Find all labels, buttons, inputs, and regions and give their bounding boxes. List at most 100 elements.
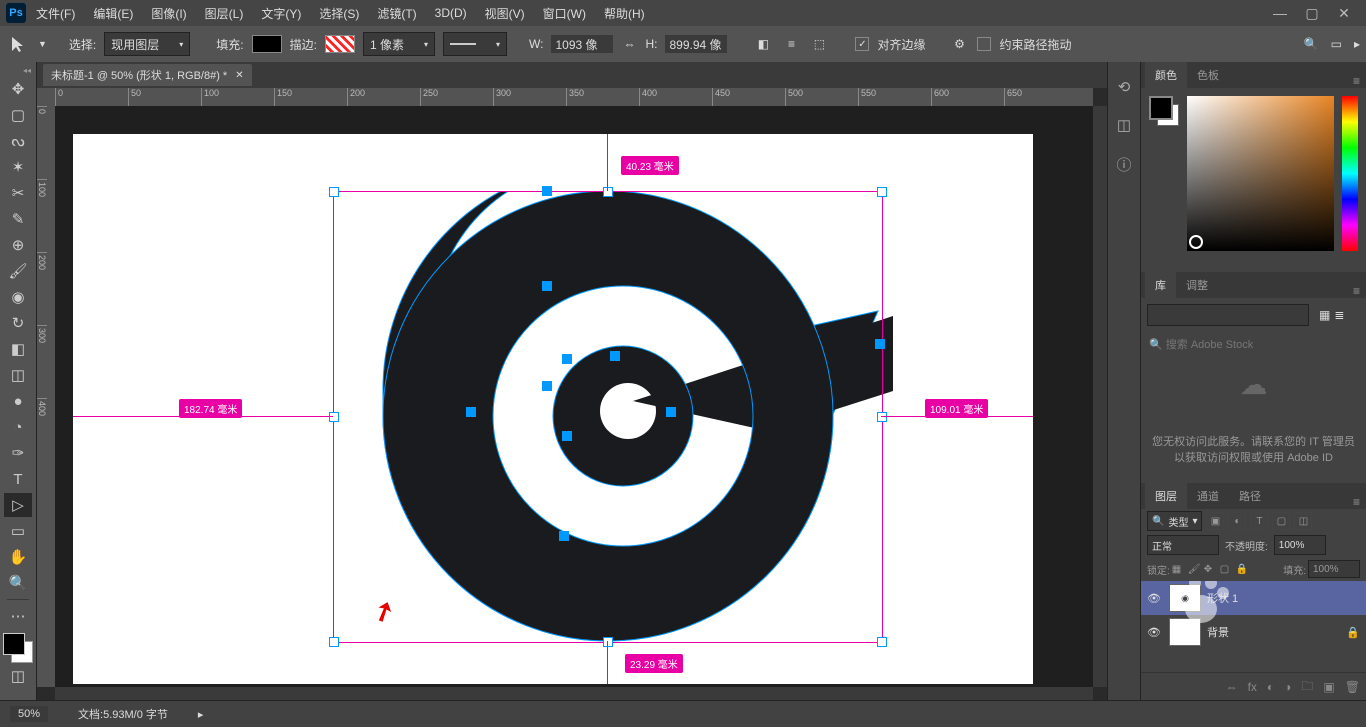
lasso-tool-icon[interactable]: ᔓ	[4, 129, 32, 153]
new-layer-icon[interactable]: ▣	[1323, 680, 1334, 694]
current-tool-icon[interactable]	[6, 32, 30, 56]
handle-path[interactable]	[542, 281, 552, 291]
opacity-field[interactable]: 100%	[1274, 535, 1326, 555]
ruler-vertical[interactable]: 0100200300400	[37, 106, 56, 687]
menu-type[interactable]: 文字(Y)	[253, 0, 309, 26]
gear-icon[interactable]: ⚙	[949, 34, 969, 54]
path-arrange-icon[interactable]: ⬚	[809, 34, 829, 54]
filter-shape-icon[interactable]: ▢	[1272, 512, 1290, 530]
stroke-swatch[interactable]	[325, 35, 355, 53]
collapse-icon[interactable]: ◂◂	[23, 66, 33, 76]
path-combine-icon[interactable]: ◧	[753, 34, 773, 54]
expand-icon[interactable]: ▸	[1354, 37, 1360, 51]
transform-bounding-box[interactable]	[333, 191, 883, 643]
lock-pos-icon[interactable]: ✥	[1204, 564, 1218, 575]
handle-path[interactable]	[562, 354, 572, 364]
handle-path[interactable]	[562, 431, 572, 441]
crop-tool-icon[interactable]: ✂	[4, 181, 32, 205]
zoom-field[interactable]: 50%	[10, 706, 48, 722]
menu-help[interactable]: 帮助(H)	[596, 0, 653, 26]
brush-tool-icon[interactable]: 🖌	[4, 259, 32, 283]
tab-paths[interactable]: 路径	[1229, 483, 1271, 509]
panel-toggle-icon[interactable]: ▭	[1331, 37, 1342, 51]
visibility-icon[interactable]: 👁	[1147, 626, 1163, 639]
library-select[interactable]	[1147, 304, 1309, 326]
layer-thumb[interactable]	[1169, 618, 1201, 646]
layer-name[interactable]: 形状 1	[1207, 590, 1238, 606]
fill-swatch[interactable]	[252, 35, 282, 53]
lock-all-icon[interactable]: 🔒	[1236, 564, 1250, 575]
menu-file[interactable]: 文件(F)	[28, 0, 83, 26]
heal-tool-icon[interactable]: ⊕	[4, 233, 32, 257]
layer-row-background[interactable]: 👁 背景 🔒	[1141, 615, 1366, 649]
fx-icon[interactable]: fx	[1248, 680, 1257, 694]
handle-path[interactable]	[559, 531, 569, 541]
handle-path[interactable]	[610, 351, 620, 361]
menu-window[interactable]: 窗口(W)	[535, 0, 594, 26]
handle-path[interactable]	[542, 381, 552, 391]
close-icon[interactable]: ✕	[235, 70, 243, 81]
link-layers-icon[interactable]: ⇔	[1226, 680, 1238, 694]
document-tab[interactable]: 未标题-1 @ 50% (形状 1, RGB/8#) * ✕	[43, 64, 252, 86]
path-align-icon[interactable]: ≡	[781, 34, 801, 54]
stroke-width[interactable]: 1 像素▾	[363, 32, 435, 56]
color-field[interactable]	[1187, 96, 1334, 251]
handle-sw[interactable]	[329, 637, 339, 647]
pen-tool-icon[interactable]: ✑	[4, 441, 32, 465]
visibility-icon[interactable]: 👁	[1147, 592, 1163, 605]
filter-type-icon[interactable]: T	[1250, 512, 1268, 530]
scrollbar-vertical[interactable]	[1093, 106, 1107, 687]
type-tool-icon[interactable]: T	[4, 467, 32, 491]
color-fg-bg[interactable]	[3, 633, 33, 663]
window-minimize-icon[interactable]: —	[1264, 0, 1296, 26]
tab-color[interactable]: 颜色	[1145, 62, 1187, 88]
handle-path[interactable]	[666, 407, 676, 417]
menu-edit[interactable]: 编辑(E)	[85, 0, 141, 26]
handle-nw[interactable]	[329, 187, 339, 197]
layer-row-shape[interactable]: 👁 ◉ 形状 1	[1141, 581, 1366, 615]
select-layer-mode[interactable]: 现用图层▾	[104, 32, 190, 56]
handle-n[interactable]	[603, 187, 613, 197]
panel-menu-icon[interactable]: ≡	[1347, 74, 1366, 88]
tab-libraries[interactable]: 库	[1145, 272, 1176, 298]
history-panel-icon[interactable]: ⟲	[1118, 78, 1131, 96]
lock-artboard-icon[interactable]: ▢	[1220, 564, 1234, 575]
path-select-tool-icon[interactable]: ▷	[4, 493, 32, 517]
color-cursor-icon[interactable]	[1189, 235, 1203, 249]
window-close-icon[interactable]: ✕	[1328, 0, 1360, 26]
filter-smart-icon[interactable]: ◫	[1294, 512, 1312, 530]
mask-icon[interactable]: ◐	[1267, 680, 1274, 694]
blur-tool-icon[interactable]: ●	[4, 389, 32, 413]
blend-mode-select[interactable]: 正常	[1147, 535, 1219, 555]
tab-layers[interactable]: 图层	[1145, 483, 1187, 509]
handle-path[interactable]	[875, 339, 885, 349]
handle-w[interactable]	[329, 412, 339, 422]
handle-ne[interactable]	[877, 187, 887, 197]
quickmask-icon[interactable]: ◫	[4, 664, 32, 688]
quick-select-tool-icon[interactable]: ✶	[4, 155, 32, 179]
stamp-tool-icon[interactable]: ◉	[4, 285, 32, 309]
window-restore-icon[interactable]: ▢	[1296, 0, 1328, 26]
menu-view[interactable]: 视图(V)	[477, 0, 533, 26]
scrollbar-horizontal[interactable]	[55, 687, 1093, 701]
adjustment-icon[interactable]: ◑	[1284, 680, 1291, 694]
lock-paint-icon[interactable]: 🖌	[1188, 564, 1202, 575]
hue-slider[interactable]	[1342, 96, 1358, 251]
ruler-horizontal[interactable]: 050100150200250300350400450500550600650	[55, 88, 1093, 107]
edit-toolbar-icon[interactable]: ⋯	[4, 604, 32, 628]
gradient-tool-icon[interactable]: ◫	[4, 363, 32, 387]
info-panel-icon[interactable]: ⓘ	[1116, 154, 1131, 175]
chevron-down-icon[interactable]: ▼	[38, 39, 47, 49]
filter-adjust-icon[interactable]: ◐	[1228, 512, 1246, 530]
fill-field[interactable]: 100%	[1308, 560, 1360, 578]
stroke-style[interactable]: ▾	[443, 32, 507, 56]
tab-channels[interactable]: 通道	[1187, 483, 1229, 509]
handle-e[interactable]	[877, 412, 887, 422]
history-brush-tool-icon[interactable]: ↻	[4, 311, 32, 335]
menu-layer[interactable]: 图层(L)	[197, 0, 252, 26]
list-view-icon[interactable]: ≣	[1334, 308, 1344, 322]
dodge-tool-icon[interactable]: ◔	[4, 415, 32, 439]
handle-s[interactable]	[603, 637, 613, 647]
menu-filter[interactable]: 滤镜(T)	[369, 0, 424, 26]
eyedropper-tool-icon[interactable]: ✎	[4, 207, 32, 231]
